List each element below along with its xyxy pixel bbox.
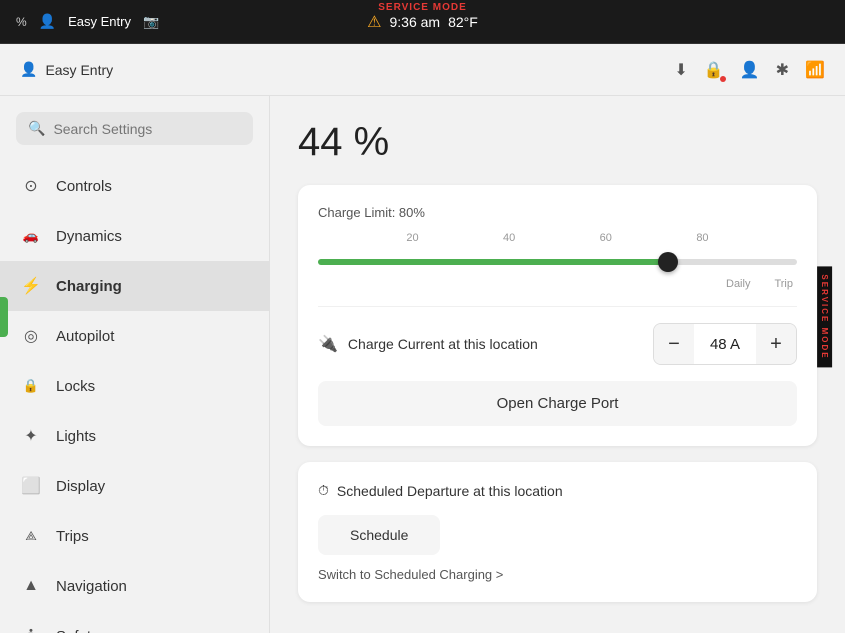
safety-label: Safety (56, 628, 99, 633)
charge-current-label-area: 🔌 Charge Current at this location (318, 334, 653, 354)
charge-limit-label: Charge Limit: 80% (318, 205, 797, 220)
charge-slider[interactable] (318, 250, 797, 274)
content-area: 44 % Charge Limit: 80% 20 40 60 80 (270, 96, 845, 633)
trips-label: Trips (56, 528, 89, 545)
open-charge-port-button[interactable]: Open Charge Port (318, 381, 797, 426)
status-profile: Easy Entry (68, 14, 131, 29)
sidebar-item-display[interactable]: ⬜ Display (0, 461, 269, 511)
sidebar-item-lights[interactable]: ✦ Lights (0, 411, 269, 461)
sidebar-item-charging[interactable]: ⚡ Charging (0, 261, 269, 311)
signal-icon: 📶 (805, 60, 825, 80)
service-mode-side-label: SERVICE MODE (817, 266, 832, 367)
download-icon[interactable]: ⬇ (674, 60, 687, 80)
nav-profile-label: Easy Entry (45, 62, 113, 78)
sidebar-item-trips[interactable]: ⟁ Trips (0, 511, 269, 561)
safety-icon: ℹ (20, 625, 42, 633)
switch-scheduled-link[interactable]: Switch to Scheduled Charging > (318, 567, 797, 582)
tick-60: 60 (600, 232, 612, 244)
controls-label: Controls (56, 178, 112, 195)
status-left: % 👤 Easy Entry 📷 (16, 13, 159, 30)
locks-icon: 🔒 (20, 375, 42, 397)
locks-label: Locks (56, 378, 95, 395)
sidebar-item-dynamics[interactable]: 🚗 Dynamics (0, 211, 269, 261)
daily-label: Daily (726, 278, 750, 290)
status-time: 9:36 am (390, 14, 441, 30)
scheduled-label: Scheduled Departure at this location (337, 483, 563, 499)
display-icon: ⬜ (20, 475, 42, 497)
slider-thumb[interactable] (658, 252, 678, 272)
trips-icon: ⟁ (20, 525, 42, 547)
autopilot-icon: ◎ (20, 325, 42, 347)
scheduled-title: ⏱ Scheduled Departure at this location (318, 482, 797, 499)
status-bar: SERVICE MODE % 👤 Easy Entry 📷 ⚠ 9:36 am … (0, 0, 845, 44)
charge-card: Charge Limit: 80% 20 40 60 80 Daily T (298, 185, 817, 446)
trip-label: Trip (774, 278, 793, 290)
battery-percent: 44 % (298, 120, 817, 165)
tick-40: 40 (503, 232, 515, 244)
autopilot-label: Autopilot (56, 328, 114, 345)
person-icon-nav[interactable]: 👤 (740, 60, 760, 80)
sidebar: 🔍 ⊙ Controls 🚗 Dynamics ⚡ Charging ◎ Aut… (0, 96, 270, 633)
slider-fill (318, 259, 668, 265)
navigation-icon: ▲ (20, 575, 42, 597)
dynamics-label: Dynamics (56, 228, 122, 245)
status-center: ⚠ 9:36 am 82°F (367, 12, 478, 32)
lights-label: Lights (56, 428, 96, 445)
dynamics-icon: 🚗 (20, 225, 42, 247)
nav-person-icon: 👤 (20, 61, 37, 78)
profile-icon: 👤 (39, 13, 56, 30)
sidebar-item-controls[interactable]: ⊙ Controls (0, 161, 269, 211)
navigation-label: Navigation (56, 578, 127, 595)
charge-current-row: 🔌 Charge Current at this location − 48 A… (318, 306, 797, 365)
charging-icon: ⚡ (20, 275, 42, 297)
search-icon: 🔍 (28, 120, 45, 137)
top-nav-icons: ⬇ 🔒 👤 ✱ 📶 (674, 60, 825, 80)
sidebar-item-navigation[interactable]: ▲ Navigation (0, 561, 269, 611)
camera-icon: 📷 (143, 14, 159, 30)
clock-icon: ⏱ (318, 482, 329, 499)
top-nav-profile[interactable]: 👤 Easy Entry (20, 61, 113, 78)
slider-mode-labels: Daily Trip (318, 278, 797, 290)
lock-icon-nav[interactable]: 🔒 (704, 60, 724, 80)
slider-ticks: 20 40 60 80 (318, 232, 797, 244)
top-nav: 👤 Easy Entry ⬇ 🔒 👤 ✱ 📶 (0, 44, 845, 96)
bluetooth-icon[interactable]: ✱ (776, 60, 789, 80)
lights-icon: ✦ (20, 425, 42, 447)
increase-current-button[interactable]: + (756, 324, 796, 364)
charge-current-text: Charge Current at this location (348, 336, 538, 352)
sidebar-item-safety[interactable]: ℹ Safety (0, 611, 269, 633)
left-charge-indicator (0, 297, 8, 337)
warning-icon: ⚠ (367, 12, 381, 32)
schedule-button[interactable]: Schedule (318, 515, 440, 555)
tick-20: 20 (406, 232, 418, 244)
sidebar-item-locks[interactable]: 🔒 Locks (0, 361, 269, 411)
sidebar-item-autopilot[interactable]: ◎ Autopilot (0, 311, 269, 361)
search-input[interactable] (53, 121, 241, 137)
outlet-icon: 🔌 (318, 334, 338, 354)
scheduled-section: ⏱ Scheduled Departure at this location S… (298, 462, 817, 602)
status-percent: % (16, 15, 27, 29)
display-label: Display (56, 478, 105, 495)
notification-dot (720, 76, 726, 82)
charging-label: Charging (56, 278, 122, 295)
search-bar[interactable]: 🔍 (16, 112, 253, 145)
controls-icon: ⊙ (20, 175, 42, 197)
main-container: 🔍 ⊙ Controls 🚗 Dynamics ⚡ Charging ◎ Aut… (0, 96, 845, 633)
decrease-current-button[interactable]: − (654, 324, 694, 364)
charge-current-control: − 48 A + (653, 323, 797, 365)
tick-80: 80 (696, 232, 708, 244)
status-temp: 82°F (448, 14, 478, 30)
current-value: 48 A (694, 324, 756, 364)
